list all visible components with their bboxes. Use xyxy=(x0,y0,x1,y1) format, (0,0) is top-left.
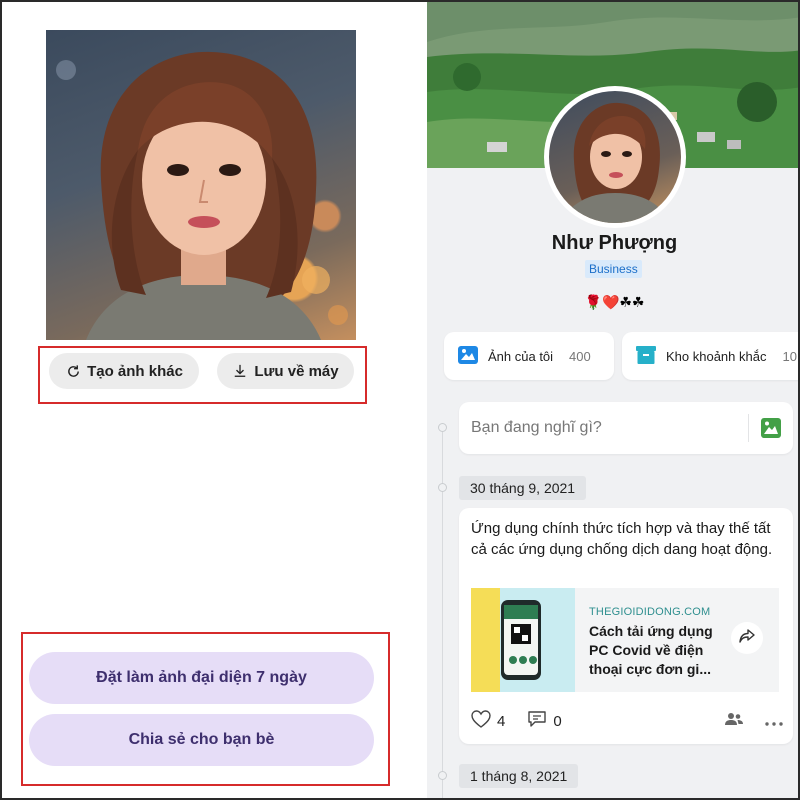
share-arrow-icon xyxy=(739,628,755,648)
profile-name: Như Phượng xyxy=(551,232,678,254)
download-icon xyxy=(232,363,248,379)
timeline-date-chip: 30 tháng 9, 2021 xyxy=(459,476,587,500)
link-thumbnail xyxy=(471,588,575,692)
regenerate-image-button[interactable]: Tạo ảnh khác xyxy=(49,353,199,389)
add-photo-icon[interactable] xyxy=(761,418,781,443)
like-count: 4 xyxy=(497,712,506,730)
comment-button[interactable]: 0 xyxy=(527,710,562,732)
link-preview-card[interactable]: THEGIOIDIDONG.COM Cách tải ứng dụng PC C… xyxy=(471,588,779,692)
compose-divider xyxy=(748,414,749,442)
profile-avatar[interactable] xyxy=(544,86,686,228)
post-text: Ứng dụng chính thức tích hợp và thay thế… xyxy=(471,520,773,558)
photo-icon xyxy=(458,345,478,367)
my-photos-label: Ảnh của tôi xyxy=(488,348,554,364)
heart-icon xyxy=(471,710,491,732)
share-link-button[interactable] xyxy=(731,622,763,654)
refresh-icon xyxy=(65,363,81,379)
timeline-dot xyxy=(438,771,447,780)
post-actions-bar: 4 0 xyxy=(471,708,783,734)
profile-panel: Như Phượng Business 🌹❤️☘☘ Ảnh của tôi 40… xyxy=(427,2,798,798)
link-title: Cách tải ứng dụng PC Covid về điện thoại… xyxy=(589,623,713,677)
status-emoji: 🌹❤️☘☘ xyxy=(584,294,645,310)
moments-archive-link[interactable]: Kho khoảnh khắc 10 xyxy=(622,332,798,380)
more-options-icon[interactable] xyxy=(765,713,783,730)
comment-count: 0 xyxy=(553,712,562,730)
set-as-avatar-button[interactable]: Đặt làm ảnh đại diện 7 ngày xyxy=(29,652,374,704)
generated-portrait-image xyxy=(46,30,356,340)
set-avatar-label: Đặt làm ảnh đại diện 7 ngày xyxy=(96,669,307,686)
my-photos-link[interactable]: Ảnh của tôi 400 xyxy=(444,332,614,380)
timeline-line xyxy=(442,424,443,798)
save-to-device-button[interactable]: Lưu về máy xyxy=(217,353,354,389)
moments-archive-count: 10 xyxy=(782,348,797,364)
comment-icon xyxy=(527,710,547,732)
timeline-date-chip: 1 tháng 8, 2021 xyxy=(459,764,579,788)
share-label: Chia sẻ cho bạn bè xyxy=(128,731,275,748)
save-label: Lưu về máy xyxy=(254,362,339,380)
link-domain: THEGIOIDIDONG.COM xyxy=(589,606,711,618)
timeline-dot xyxy=(438,483,447,492)
share-with-friends-button[interactable]: Chia sẻ cho bạn bè xyxy=(29,714,374,766)
like-button[interactable]: 4 xyxy=(471,710,505,732)
timeline-dot xyxy=(438,423,447,432)
moments-archive-label: Kho khoảnh khắc xyxy=(666,348,767,364)
compose-post-box[interactable]: Bạn đang nghĩ gì? xyxy=(459,402,793,454)
regenerate-label: Tạo ảnh khác xyxy=(87,362,183,380)
archive-icon xyxy=(636,345,656,367)
audience-icon[interactable] xyxy=(725,712,743,730)
screen: Tạo ảnh khác Lưu về máy Đặt làm ảnh đại … xyxy=(0,0,800,800)
avatar-image xyxy=(549,91,681,223)
avatar-generator-panel: Tạo ảnh khác Lưu về máy Đặt làm ảnh đại … xyxy=(2,2,427,798)
my-photos-count: 400 xyxy=(569,348,591,364)
timeline-post: Ứng dụng chính thức tích hợp và thay thế… xyxy=(459,508,793,744)
business-badge: Business xyxy=(585,260,642,278)
compose-placeholder: Bạn đang nghĩ gì? xyxy=(471,419,602,436)
